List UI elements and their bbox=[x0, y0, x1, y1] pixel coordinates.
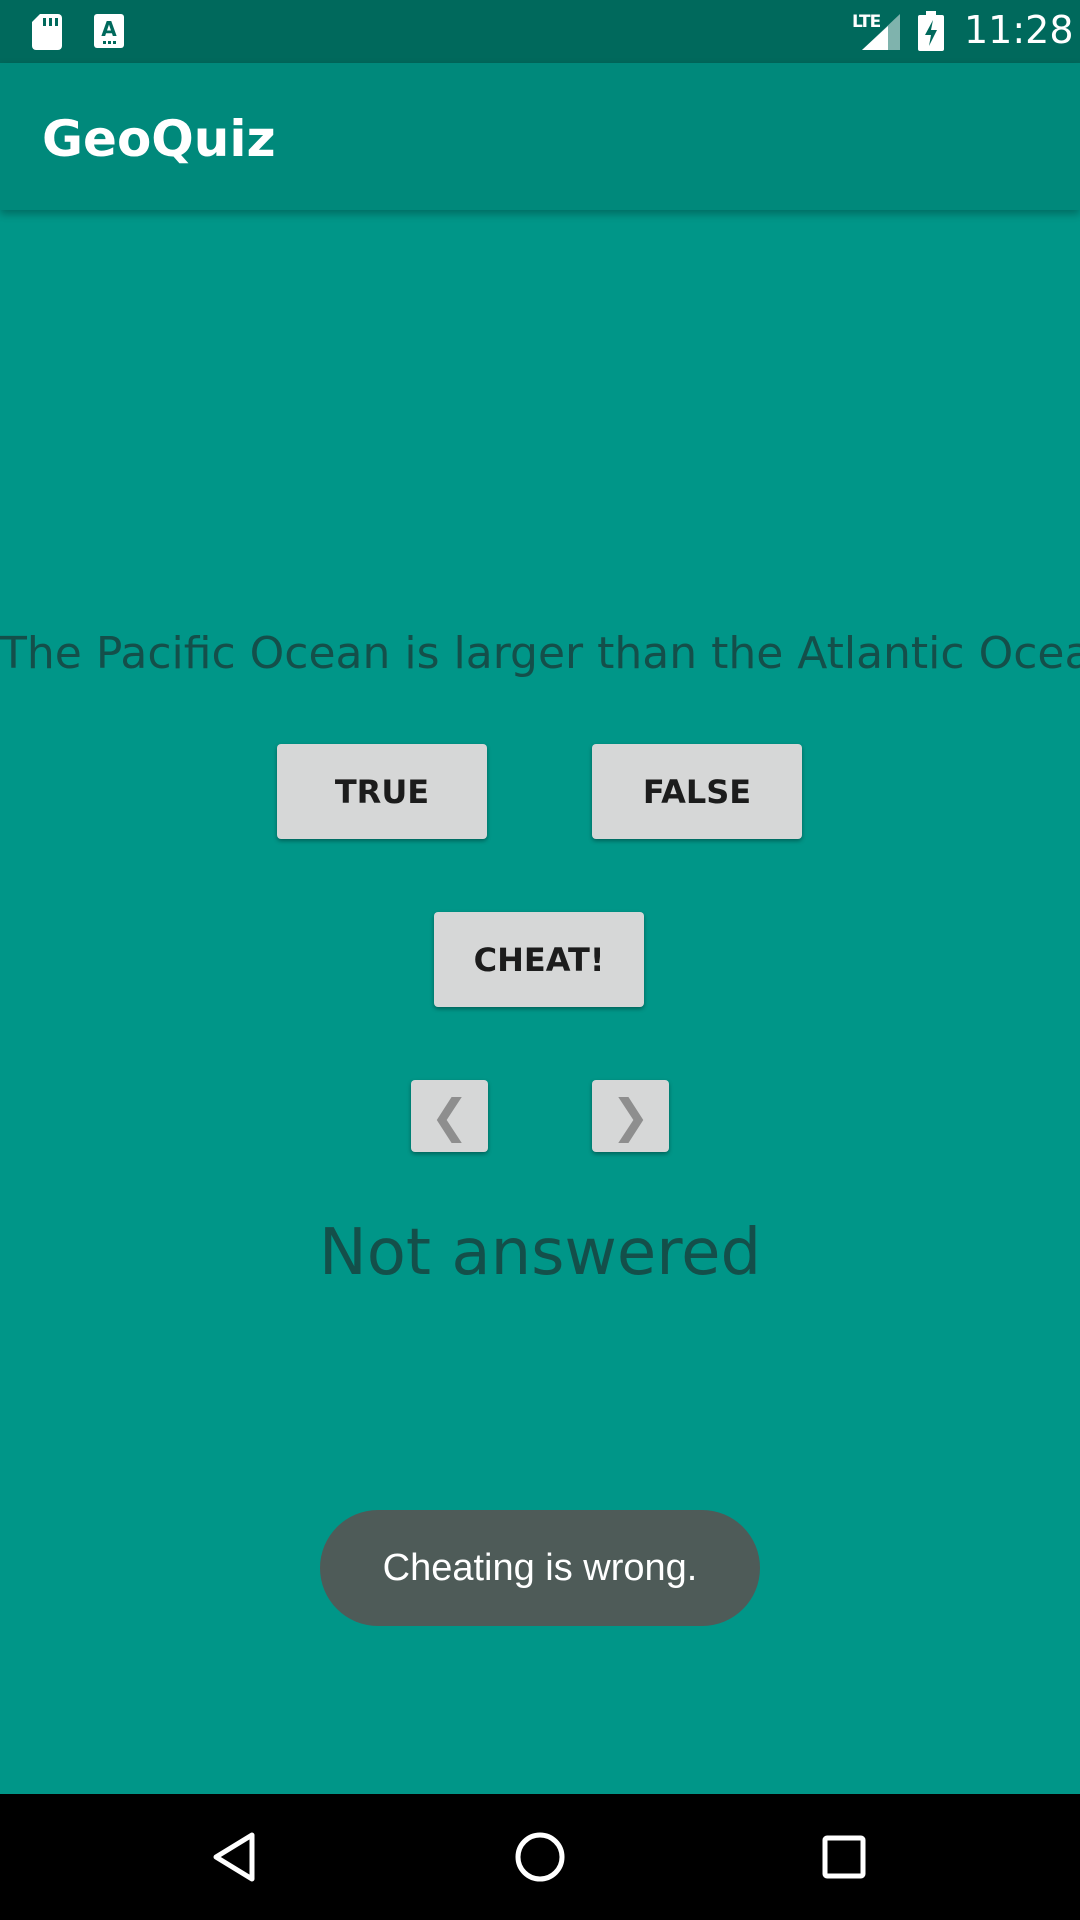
recents-icon[interactable] bbox=[812, 1825, 876, 1889]
true-button[interactable]: TRUE bbox=[277, 744, 487, 839]
false-button[interactable]: FALSE bbox=[592, 744, 802, 839]
a-notification-icon: A bbox=[94, 14, 124, 48]
cheat-button[interactable]: CHEAT! bbox=[434, 912, 644, 1007]
home-icon[interactable] bbox=[508, 1825, 572, 1889]
toast-message: Cheating is wrong. bbox=[382, 1546, 698, 1589]
answer-status: Not answered bbox=[318, 1216, 762, 1290]
screen: A LTE 11:28 GeoQuiz The Pacific Ocean is… bbox=[0, 0, 1080, 1920]
toast: Cheating is wrong. bbox=[320, 1510, 760, 1626]
app-bar: GeoQuiz bbox=[0, 63, 1080, 210]
clock: 11:28 bbox=[964, 8, 1074, 52]
app-title: GeoQuiz bbox=[42, 110, 276, 168]
navigation-bar bbox=[0, 1794, 1080, 1920]
back-icon[interactable] bbox=[204, 1825, 268, 1889]
battery-charging-icon bbox=[918, 11, 944, 51]
previous-button[interactable]: ❮ bbox=[411, 1080, 488, 1152]
next-button[interactable]: ❯ bbox=[592, 1080, 669, 1152]
svg-text:A: A bbox=[101, 17, 117, 41]
status-bar: A LTE 11:28 bbox=[0, 0, 1080, 63]
signal-icon bbox=[862, 14, 900, 50]
question-text: The Pacific Ocean is larger than the Atl… bbox=[0, 628, 1080, 679]
sd-card-icon bbox=[32, 14, 62, 50]
